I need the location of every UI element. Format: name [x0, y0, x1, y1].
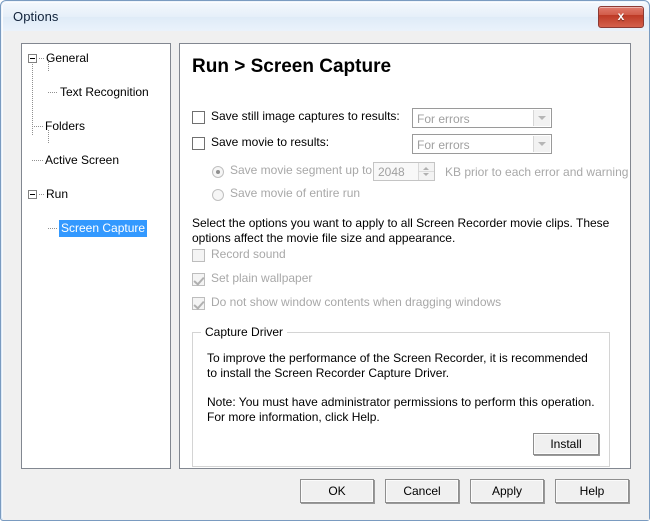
stepper-down-icon[interactable]: [423, 173, 429, 176]
tree-connector: [48, 228, 58, 229]
close-icon: x: [617, 9, 625, 23]
stepper-divider: [419, 171, 434, 172]
page-title: Run > Screen Capture: [192, 56, 392, 77]
sidebar-item-label: Screen Capture: [59, 220, 148, 237]
save-movie-checkbox[interactable]: [192, 137, 205, 150]
capture-driver-group: Capture Driver To improve the performanc…: [192, 325, 610, 467]
movie-segment-label: Save movie segment up to: [230, 163, 373, 177]
set-plain-wallpaper-checkbox[interactable]: [192, 273, 205, 286]
cancel-button-label: Cancel: [403, 484, 441, 498]
sidebar-item-folders[interactable]: Folders: [28, 118, 170, 135]
save-movie-label: Save movie to results:: [211, 135, 330, 149]
no-window-contents-checkbox[interactable]: [192, 297, 205, 310]
help-button[interactable]: Help: [555, 479, 629, 503]
sidebar-item-screen-capture[interactable]: Screen Capture: [28, 220, 170, 237]
title-bar[interactable]: Options x: [3, 3, 649, 31]
expander-minus-icon[interactable]: [28, 190, 37, 199]
dialog-client-area: General Text Recognition Folders Active …: [3, 31, 649, 520]
movie-segment-suffix-label: KB prior to each error and warning: [445, 165, 629, 179]
apply-button-label: Apply: [491, 484, 523, 498]
navigation-tree-panel[interactable]: General Text Recognition Folders Active …: [21, 43, 171, 469]
sidebar-item-label: Active Screen: [45, 153, 120, 167]
movie-condition-combo[interactable]: For errors: [412, 134, 552, 154]
save-still-image-checkbox[interactable]: [192, 111, 205, 124]
sidebar-item-label: Folders: [45, 119, 86, 133]
record-sound-checkbox[interactable]: [192, 249, 205, 262]
capture-driver-paragraph-2: Note: You must have administrator permis…: [207, 395, 595, 424]
settings-content-panel: Run > Screen Capture Save still image ca…: [179, 43, 631, 469]
sidebar-item-label: General: [46, 51, 89, 65]
save-still-image-label: Save still image captures to results:: [211, 109, 400, 123]
movie-condition-value: For errors: [417, 138, 470, 152]
capture-driver-group-title: Capture Driver: [201, 325, 288, 339]
sidebar-item-text-recognition[interactable]: Text Recognition: [28, 84, 170, 101]
help-button-label: Help: [579, 484, 605, 498]
ok-button[interactable]: OK: [300, 479, 374, 503]
stepper-up-icon[interactable]: [423, 167, 429, 170]
sidebar-item-general[interactable]: General: [28, 50, 170, 67]
tree-connector: [32, 160, 43, 161]
window-title: Options: [13, 9, 59, 24]
ok-button-label: OK: [328, 484, 346, 498]
movie-segment-size-stepper[interactable]: 2048: [373, 162, 435, 181]
tree-connector: [48, 92, 58, 93]
options-dialog-window: Options x General Text Recognition Folde…: [0, 0, 650, 521]
install-button[interactable]: Install: [533, 433, 599, 455]
tree-connector: [32, 126, 43, 127]
close-button[interactable]: x: [598, 6, 644, 28]
sidebar-item-run[interactable]: Run: [28, 186, 170, 203]
expander-minus-icon[interactable]: [28, 54, 37, 63]
movie-options-description: Select the options you want to apply to …: [192, 216, 610, 245]
sidebar-item-label: Run: [46, 187, 69, 201]
navigation-tree: General Text Recognition Folders Active …: [28, 50, 170, 237]
tree-connector: [39, 194, 45, 195]
sidebar-item-active-screen[interactable]: Active Screen: [28, 152, 170, 169]
movie-segment-size-value: 2048: [378, 165, 405, 179]
still-image-condition-value: For errors: [417, 112, 470, 126]
record-sound-label: Record sound: [211, 247, 286, 261]
chevron-down-icon[interactable]: [533, 136, 550, 152]
movie-segment-radio[interactable]: [212, 166, 224, 178]
movie-entire-label: Save movie of entire run: [230, 186, 361, 200]
no-window-contents-label: Do not show window contents when draggin…: [211, 295, 502, 309]
still-image-condition-combo[interactable]: For errors: [412, 108, 552, 128]
capture-driver-paragraph-1: To improve the performance of the Screen…: [207, 351, 588, 380]
sidebar-item-label: Text Recognition: [60, 85, 149, 99]
set-plain-wallpaper-label: Set plain wallpaper: [211, 271, 313, 285]
tree-connector: [39, 58, 45, 59]
install-button-label: Install: [550, 437, 582, 451]
apply-button[interactable]: Apply: [470, 479, 544, 503]
cancel-button[interactable]: Cancel: [385, 479, 459, 503]
movie-entire-radio[interactable]: [212, 189, 224, 201]
chevron-down-icon[interactable]: [533, 110, 550, 126]
